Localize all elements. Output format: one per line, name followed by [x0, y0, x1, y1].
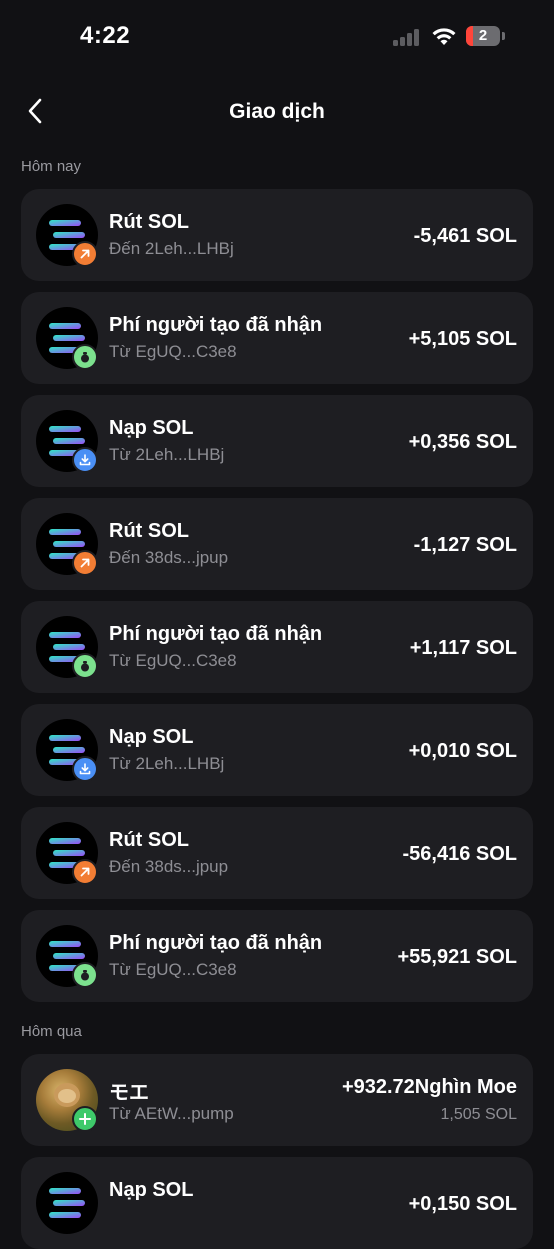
transaction-title: モエ [109, 1082, 149, 1104]
battery-level: 2 [478, 27, 488, 44]
transaction-title: Nạp SOL [109, 726, 194, 748]
section-header-yesterday: Hôm qua [21, 1023, 82, 1040]
download-icon [72, 756, 98, 782]
arrow-up-right-icon [72, 550, 98, 576]
transaction-amount: +0,150 SOL [408, 1193, 517, 1215]
transaction-amount-secondary: 1,505 SOL [440, 1106, 518, 1123]
section-header-today: Hôm nay [21, 158, 82, 175]
arrow-up-right-icon [72, 859, 98, 885]
cellular-signal-icon [393, 28, 423, 46]
transaction-subtitle: Từ EgUQ...C3e8 [109, 342, 237, 361]
sol-avatar [36, 616, 98, 679]
transaction-title: Rút SOL [109, 829, 189, 851]
transaction-amount: +0,356 SOL [408, 431, 517, 453]
arrow-up-right-icon [72, 241, 98, 267]
battery-tip [502, 32, 505, 40]
sol-avatar [36, 822, 98, 885]
sol-avatar [36, 410, 98, 473]
transaction-amount: +5,105 SOL [408, 328, 517, 350]
transaction-item[interactable]: Nạp SOL +0,150 SOL [21, 1157, 533, 1249]
money-bag-icon [72, 653, 98, 679]
transaction-subtitle: Từ 2Leh...LHBj [109, 445, 225, 464]
plus-icon [72, 1106, 98, 1132]
sol-avatar [36, 307, 98, 370]
transaction-title: Phí người tạo đã nhận [109, 932, 323, 954]
sol-avatar [36, 204, 98, 267]
transaction-item[interactable]: Rút SOL Đến 38ds...jpup -56,416 SOL [21, 807, 533, 899]
sol-avatar [36, 513, 98, 576]
transaction-item[interactable]: Nạp SOL Từ 2Leh...LHBj +0,010 SOL [21, 704, 533, 796]
battery-icon: 2 [466, 26, 500, 46]
transaction-subtitle: Đến 38ds...jpup [109, 857, 229, 876]
status-time: 4:22 [80, 22, 131, 49]
sol-avatar [36, 719, 98, 782]
sol-avatar [36, 1172, 98, 1234]
transaction-item[interactable]: モエ Từ AEtW...pump +932.72Nghìn Moe 1,505… [21, 1054, 533, 1146]
download-icon [72, 447, 98, 473]
solana-icon [49, 1188, 85, 1218]
transaction-amount: +1,117 SOL [409, 637, 517, 659]
transaction-subtitle: Đến 38ds...jpup [109, 548, 229, 567]
transaction-item[interactable]: Nạp SOL Từ 2Leh...LHBj +0,356 SOL [21, 395, 533, 487]
status-bar: 4:22 2 [0, 0, 554, 76]
transaction-title: Phí người tạo đã nhận [109, 623, 323, 645]
money-bag-icon [72, 344, 98, 370]
transaction-item[interactable]: Phí người tạo đã nhận Từ EgUQ...C3e8 +55,9… [21, 910, 533, 1002]
sol-avatar [36, 925, 98, 988]
transaction-subtitle: Từ 2Leh...LHBj [109, 754, 225, 773]
transaction-title: Nạp SOL [109, 417, 194, 439]
transaction-amount: -5,461 SOL [413, 225, 517, 247]
transaction-subtitle: Đến 2Leh...LHBj [109, 239, 234, 258]
nav-bar: Giao dịch [0, 86, 554, 138]
transaction-amount: +0,010 SOL [408, 740, 517, 762]
transaction-amount: +55,921 SOL [397, 946, 517, 968]
money-bag-icon [72, 962, 98, 988]
transaction-amount: +932.72Nghìn Moe [341, 1076, 517, 1098]
transaction-item[interactable]: Phí người tạo đã nhận Từ EgUQ...C3e8 +5,10… [21, 292, 533, 384]
transaction-title: Nạp SOL [109, 1179, 194, 1201]
transaction-title: Rút SOL [109, 211, 189, 233]
transaction-item[interactable]: Rút SOL Đến 2Leh...LHBj -5,461 SOL [21, 189, 533, 281]
transaction-item[interactable]: Phí người tạo đã nhận Từ EgUQ...C3e8 +1,11… [21, 601, 533, 693]
transaction-subtitle: Từ EgUQ...C3e8 [109, 960, 237, 979]
transaction-subtitle: Từ AEtW...pump [109, 1104, 234, 1123]
transaction-title: Rút SOL [109, 520, 189, 542]
transaction-title: Phí người tạo đã nhận [109, 314, 323, 336]
transaction-item[interactable]: Rút SOL Đến 38ds...jpup -1,127 SOL [21, 498, 533, 590]
transaction-subtitle: Từ EgUQ...C3e8 [109, 651, 237, 670]
page-title: Giao dịch [229, 100, 325, 123]
transaction-amount: -1,127 SOL [413, 534, 517, 556]
wifi-icon [432, 28, 456, 45]
transaction-amount: -56,416 SOL [402, 843, 517, 865]
